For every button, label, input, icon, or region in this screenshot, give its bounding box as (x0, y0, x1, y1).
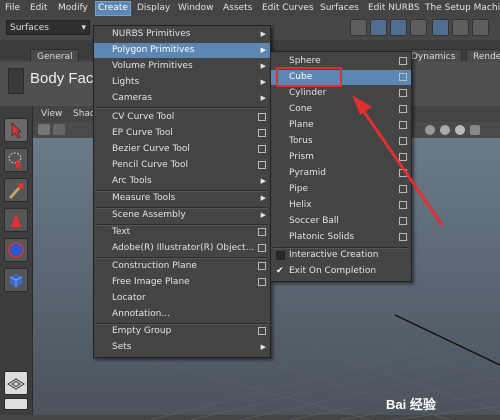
watermark-logo: Bai 经验 (386, 397, 436, 412)
snap-curve-icon[interactable] (390, 19, 407, 36)
menu-item-bezier-curve-tool[interactable]: Bezier Curve Tool (94, 142, 270, 157)
viewport-menu-view[interactable]: View (41, 109, 62, 119)
menu-file[interactable]: File (5, 2, 20, 15)
menu-item-measure-tools[interactable]: Measure Tools ▶ (94, 191, 270, 206)
shelf-options-icon[interactable] (8, 68, 24, 94)
option-box-icon[interactable] (258, 244, 266, 252)
menu-item-sets[interactable]: Sets ▶ (94, 340, 270, 355)
checkbox-unchecked-icon[interactable] (276, 251, 285, 260)
menu-edit[interactable]: Edit (30, 2, 47, 15)
option-box-icon[interactable] (258, 327, 266, 335)
menu-item-arc-tools[interactable]: Arc Tools ▶ (94, 174, 270, 189)
menu-item-locator[interactable]: Locator (94, 291, 270, 306)
menu-item-interactive-creation[interactable]: Interactive Creation (271, 248, 411, 263)
menu-modify[interactable]: Modify (58, 2, 88, 15)
single-pane-icon[interactable] (4, 398, 28, 410)
menu-item-pencil-curve-tool[interactable]: Pencil Curve Tool (94, 158, 270, 173)
option-box-icon[interactable] (399, 73, 407, 81)
submenu-arrow-icon: ▶ (260, 343, 266, 351)
submenu-arrow-icon: ▶ (260, 211, 266, 219)
main-menubar: File Edit Modify Create Display Window A… (0, 0, 500, 18)
menu-item-empty-group[interactable]: Empty Group (94, 324, 270, 339)
toolbox (0, 106, 33, 415)
menu-item-text[interactable]: Text (94, 225, 270, 240)
move-tool-icon[interactable] (4, 208, 28, 232)
menu-surfaces[interactable]: Surfaces (320, 2, 359, 15)
menu-item-construction-plane[interactable]: Construction Plane (94, 259, 270, 274)
menu-assets[interactable]: Assets (223, 2, 252, 15)
option-box-icon[interactable] (258, 262, 266, 270)
menu-item-cv-curve-tool[interactable]: CV Curve Tool (94, 110, 270, 125)
menu-item-polygon-primitives[interactable]: Polygon Primitives ▶ (94, 43, 270, 58)
camera-lock-icon[interactable] (53, 124, 65, 135)
camera-icon[interactable] (38, 124, 50, 135)
menu-item-scene-assembly[interactable]: Scene Assembly ▶ (94, 208, 270, 223)
annotation-highlight-box (276, 67, 342, 87)
submenu-arrow-icon: ▶ (260, 30, 266, 38)
rotate-tool-icon[interactable] (4, 238, 28, 262)
mode-dropdown[interactable]: Surfaces ▾ (6, 20, 90, 35)
snap-plane-icon[interactable] (432, 19, 449, 36)
submenu-arrow-icon: ▶ (260, 94, 266, 102)
menu-item-exit-on-completion[interactable]: ✔ Exit On Completion (271, 264, 411, 279)
submenu-arrow-icon: ▶ (260, 177, 266, 185)
option-box-icon[interactable] (258, 278, 266, 286)
paint-select-icon[interactable] (4, 178, 28, 202)
menu-item-nurbs-primitives[interactable]: NURBS Primitives ▶ (94, 27, 270, 42)
option-box-icon[interactable] (258, 145, 266, 153)
option-box-icon[interactable] (258, 113, 266, 121)
option-box-icon[interactable] (258, 129, 266, 137)
menu-create[interactable]: Create (95, 1, 131, 16)
ipr-render-icon[interactable] (472, 19, 489, 36)
menu-item-ep-curve-tool[interactable]: EP Curve Tool (94, 126, 270, 141)
option-box-icon[interactable] (399, 57, 407, 65)
scale-tool-icon[interactable] (4, 268, 28, 292)
option-box-icon[interactable] (258, 161, 266, 169)
annotation-arrow-icon (352, 95, 444, 226)
menu-setup-machine[interactable]: The Setup Machin (425, 2, 500, 15)
submenu-arrow-icon: ▶ (260, 46, 266, 54)
menu-item-annotation[interactable]: Annotation... (94, 307, 270, 322)
render-icon[interactable] (452, 19, 469, 36)
snap-point-icon[interactable] (410, 19, 427, 36)
menu-item-adobe-illustrator-object[interactable]: Adobe(R) Illustrator(R) Object... (94, 241, 270, 256)
lights-icon[interactable] (455, 125, 465, 135)
submenu-arrow-icon: ▶ (260, 194, 266, 202)
menu-window[interactable]: Window (178, 2, 214, 15)
menu-display[interactable]: Display (137, 2, 170, 15)
snap-grid-icon[interactable] (370, 19, 387, 36)
shadows-icon[interactable] (470, 125, 480, 135)
submenu-arrow-icon: ▶ (260, 78, 266, 86)
menu-item-volume-primitives[interactable]: Volume Primitives ▶ (94, 59, 270, 74)
menu-separator (96, 107, 268, 109)
menu-edit-curves[interactable]: Edit Curves (262, 2, 314, 15)
menu-item-free-image-plane[interactable]: Free Image Plane (94, 275, 270, 290)
menu-edit-nurbs[interactable]: Edit NURBS (368, 2, 420, 15)
chevron-down-icon: ▾ (81, 23, 86, 33)
filter-icon[interactable] (350, 19, 367, 36)
layout-icon[interactable] (4, 371, 28, 395)
submenu-arrow-icon: ▶ (260, 62, 266, 70)
menu-item-cameras[interactable]: Cameras ▶ (94, 91, 270, 106)
select-tool-icon[interactable] (4, 118, 28, 142)
option-box-icon[interactable] (258, 228, 266, 236)
create-menu: NURBS Primitives ▶ Polygon Primitives ▶ Vo… (93, 25, 271, 358)
menu-item-lights[interactable]: Lights ▶ (94, 75, 270, 90)
shelf-title: Body Face (30, 70, 102, 87)
checkmark-icon[interactable]: ✔ (276, 267, 285, 276)
lasso-tool-icon[interactable] (4, 148, 28, 172)
